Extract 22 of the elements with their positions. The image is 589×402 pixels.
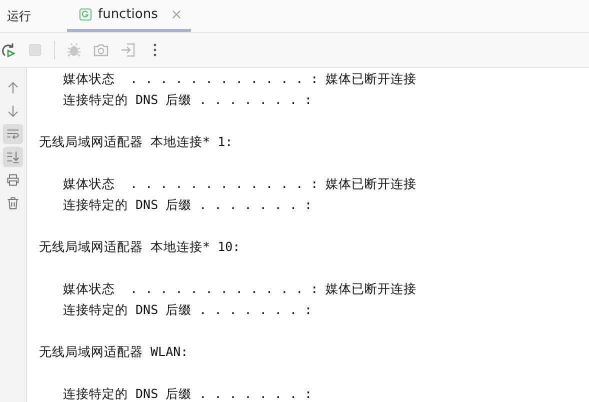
printer-icon — [6, 173, 20, 187]
console-line: 无线局域网适配器 本地连接* 1: — [39, 133, 234, 151]
close-icon[interactable] — [172, 10, 181, 19]
up-arrow-icon — [6, 81, 20, 95]
scroll-to-end-button[interactable] — [3, 147, 23, 167]
console-line: 媒体状态 . . . . . . . . . . . . : 媒体已断开连接 — [62, 175, 417, 193]
console-line: 连接特定的 DNS 后缀 . . . . . . . : — [62, 91, 314, 109]
console-line: 媒体状态 . . . . . . . . . . . . : 媒体已断开连接 — [62, 70, 417, 88]
console-line: 无线局域网适配器 本地连接* 10: — [39, 238, 242, 256]
console-line: 连接特定的 DNS 后缀 . . . . . . . : — [62, 385, 314, 402]
console-line: 连接特定的 DNS 后缀 . . . . . . . : — [62, 196, 314, 214]
console-line: 连接特定的 DNS 后缀 . . . . . . . : — [62, 301, 314, 319]
rerun-icon[interactable] — [0, 42, 16, 58]
down-arrow-icon — [6, 104, 20, 118]
soft-wrap-button[interactable] — [3, 124, 23, 144]
console-line: 媒体状态 . . . . . . . . . . . . : 媒体已断开连接 — [62, 280, 417, 298]
trash-icon — [6, 196, 20, 210]
scroll-to-end-icon — [6, 150, 20, 164]
soft-wrap-icon — [6, 127, 20, 141]
g-file-icon — [79, 8, 92, 21]
console-line: 无线局域网适配器 WLAN: — [39, 343, 190, 361]
tool-window-title: 运行 — [6, 8, 32, 24]
